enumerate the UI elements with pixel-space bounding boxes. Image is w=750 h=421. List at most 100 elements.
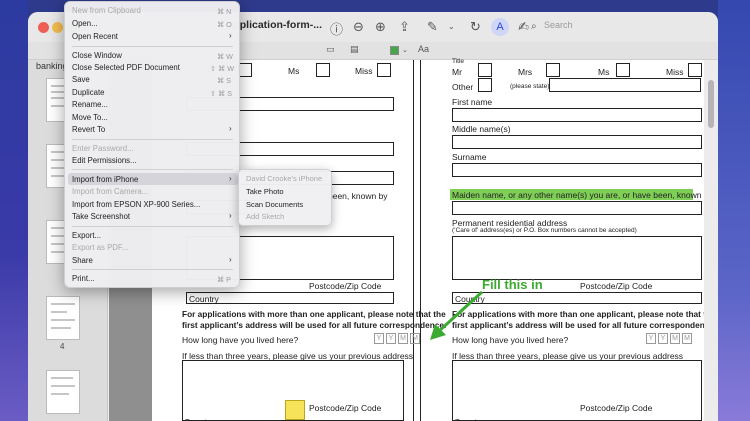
menu-item-save[interactable]: Save [72,75,90,84]
checkbox[interactable] [316,63,330,77]
page-thumbnail[interactable] [46,370,80,414]
menu-item-import-from-epson[interactable]: Import from EPSON XP-900 Series... [72,200,200,209]
menu-item-print[interactable]: Print... [72,274,95,283]
multi-applicant-notice-2: first applicant’s address will be used f… [182,320,447,330]
minimize-window-button[interactable] [52,22,63,33]
other-title-label: Other [452,82,474,92]
previous-address-field[interactable] [452,360,702,421]
checkbox[interactable] [688,63,702,77]
menu-item-revert-to[interactable]: Revert To [72,125,105,134]
checkbox[interactable] [546,63,560,77]
submenu-item-device-name: David Crooke’s iPhone [246,174,323,183]
year-box[interactable]: Y [374,333,384,344]
border-color-icon[interactable]: ▤ [350,44,359,55]
menu-shortcut: ⌘ N [217,7,232,16]
permanent-address-field[interactable] [452,236,702,280]
menu-item-duplicate[interactable]: Duplicate [72,88,105,97]
country-label: Country [189,294,219,304]
import-from-iphone-submenu: David Crooke’s iPhone Take Photo Scan Do… [238,169,332,226]
month-box[interactable]: M [398,333,408,344]
maiden-name-label: Maiden name, or any other name(s) you ar… [452,190,713,200]
month-box[interactable]: M [410,333,420,344]
menu-shortcut: ⇧ ⌘ S [210,89,232,98]
middle-names-field[interactable] [452,135,702,149]
yellow-fill-shape[interactable] [285,400,305,420]
fill-color-swatch[interactable] [390,46,399,55]
checkbox[interactable] [377,63,391,77]
menu-item-edit-permissions[interactable]: Edit Permissions... [72,156,137,165]
zoom-out-icon[interactable]: ⊖ [353,19,364,35]
chevron-down-icon[interactable]: ⌄ [402,46,408,54]
menu-item-import-from-iphone[interactable]: Import from iPhone [72,175,138,184]
year-box[interactable]: Y [646,333,656,344]
menu-item-export[interactable]: Export... [72,231,101,240]
menu-shortcut: ⌘ S [217,76,231,85]
multi-applicant-notice-1: For applications with more than one appl… [182,309,446,319]
menu-item-open[interactable]: Open... [72,19,98,28]
checkbox[interactable] [478,63,492,77]
year-box[interactable]: Y [386,333,396,344]
text-style-icon[interactable]: Aa [418,44,429,54]
share-icon[interactable]: ⇪ [399,19,410,35]
first-name-field[interactable] [452,108,702,122]
checkbox[interactable] [616,63,630,77]
surname-field[interactable] [452,163,702,177]
info-icon[interactable]: ⓘ [330,19,343,38]
submenu-item-scan-documents[interactable]: Scan Documents [246,200,303,209]
chevron-right-icon: › [229,174,232,183]
month-box[interactable]: M [682,333,692,344]
menu-item-rename[interactable]: Rename... [72,100,108,109]
desktop-background-left [0,0,28,421]
other-title-field[interactable] [549,78,701,92]
title-option-miss: Miss [666,67,684,77]
menu-item-close-selected-pdf[interactable]: Close Selected PDF Document [72,63,180,72]
year-box[interactable]: Y [658,333,668,344]
menu-item-close-window[interactable]: Close Window [72,51,122,60]
sign-icon[interactable]: ✍ [518,19,529,35]
search-input[interactable]: Search [544,20,573,30]
menu-item-new-from-clipboard: New from Clipboard [72,6,141,15]
postcode-label: Postcode/Zip Code [309,403,382,413]
permanent-address-note: (‘Care of’ address(es) or P.O. Box numbe… [452,227,637,234]
rotate-icon[interactable]: ↻ [470,19,481,35]
menu-item-move-to[interactable]: Move To... [72,113,108,122]
title-option-miss: Miss [355,66,373,76]
maiden-name-field[interactable] [452,201,702,215]
chevron-right-icon: › [229,211,232,220]
vertical-scrollbar[interactable] [704,60,718,421]
shape-style-icon[interactable]: ▭ [326,44,335,55]
menu-item-share[interactable]: Share [72,256,93,265]
postcode-label: Postcode/Zip Code [309,281,382,291]
menu-item-enter-password: Enter Password... [72,144,134,153]
page-thumbnail[interactable] [46,296,80,340]
title-label: Title [452,58,465,65]
search-icon: ⌕ [531,21,537,32]
zoom-in-icon[interactable]: ⊕ [375,19,386,35]
please-state-label: (please state) [510,83,550,90]
how-long-label: How long have you lived here? [182,335,299,345]
checkbox[interactable] [238,63,252,77]
checkbox[interactable] [478,78,492,92]
file-menu: New from Clipboard ⌘ N Open... ⌘ O Open … [64,1,240,288]
month-box[interactable]: M [670,333,680,344]
maiden-name-label-left: been, known by [328,191,388,201]
submenu-item-take-photo[interactable]: Take Photo [246,187,284,196]
country-field[interactable]: Country [186,292,394,304]
title-option-mrs: Mrs [518,67,533,77]
menu-item-take-screenshot[interactable]: Take Screenshot [72,212,130,221]
menu-item-open-recent[interactable]: Open Recent [72,32,118,41]
title-option-mr: Mr [452,67,462,77]
close-window-button[interactable] [38,22,49,33]
scrollbar-thumb[interactable] [708,80,714,128]
chevron-right-icon: › [229,124,232,133]
menu-shortcut: ⇧ ⌘ W [210,64,234,73]
chevron-down-icon[interactable]: ⌄ [448,22,455,31]
menu-shortcut: ⌘ W [217,52,233,61]
column-divider [413,60,421,421]
markup-pen-icon[interactable]: ✎ [427,19,438,35]
markup-toolbar-icon[interactable]: A [491,18,509,36]
menu-item-import-from-camera: Import from Camera... [72,187,149,196]
country-label: Country [454,417,484,421]
menu-separator [72,46,233,47]
title-option-ms: Ms [288,66,300,76]
